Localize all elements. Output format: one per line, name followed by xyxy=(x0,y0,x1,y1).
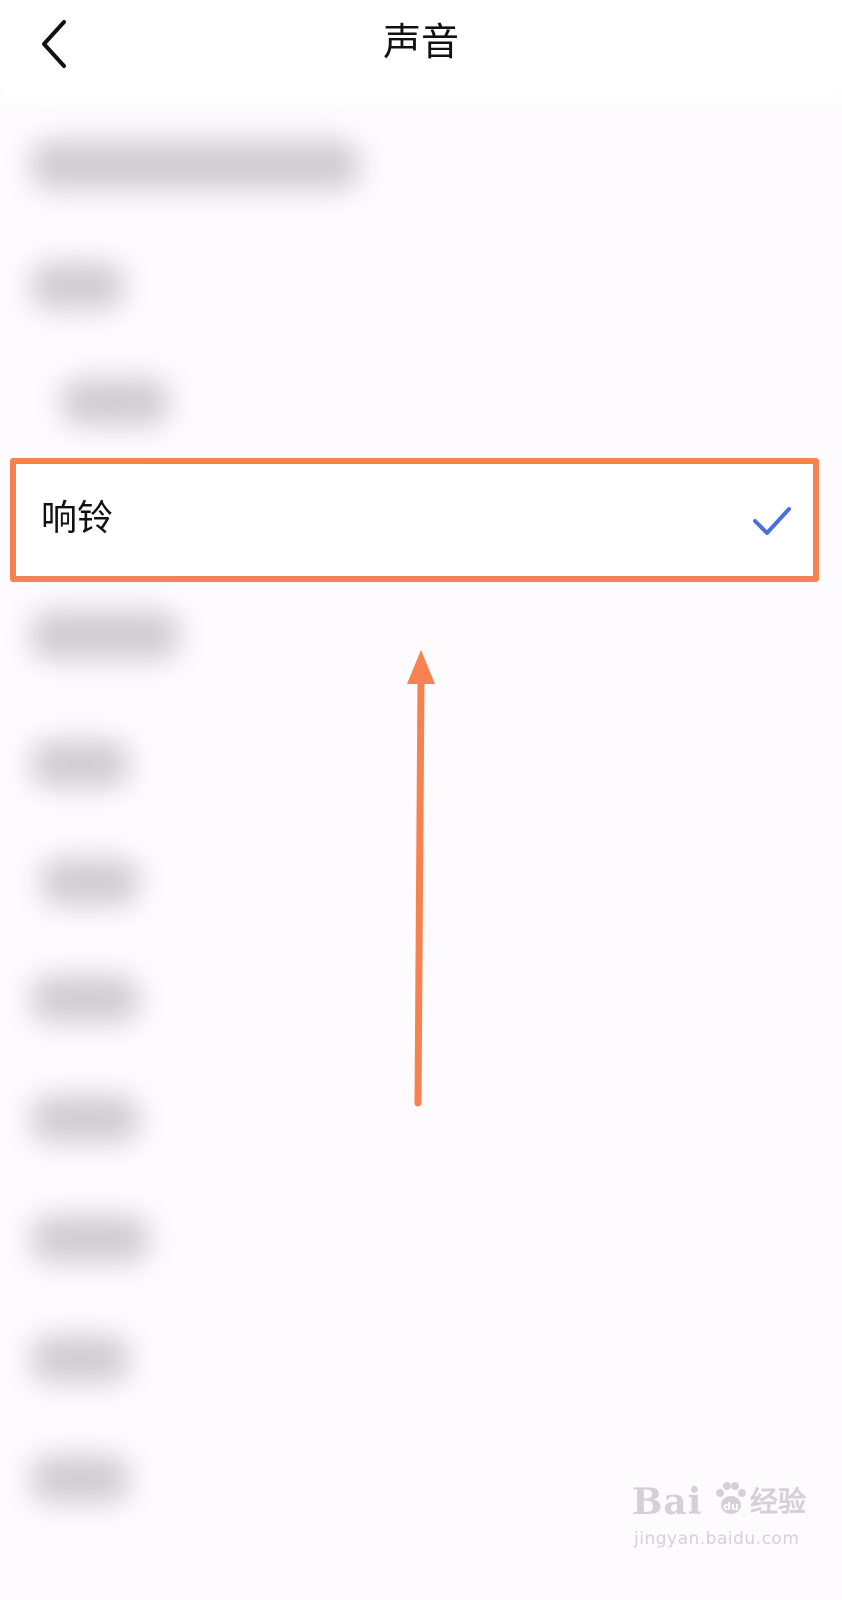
header-fade xyxy=(0,82,842,106)
blurred-item xyxy=(30,740,130,788)
blurred-item xyxy=(30,262,125,310)
paw-icon: du xyxy=(716,1482,746,1514)
watermark-url: jingyan.baidu.com xyxy=(634,1529,800,1549)
page-title: 声音 xyxy=(382,20,459,64)
blurred-item xyxy=(40,858,140,906)
blurred-item xyxy=(30,610,180,660)
watermark-product: 经验 xyxy=(750,1485,807,1518)
blurred-item xyxy=(30,1455,130,1503)
baidu-watermark: Bai du 经验 jingyan.baidu.com xyxy=(632,1478,822,1558)
blurred-item xyxy=(30,1095,140,1143)
option-label: 响铃 xyxy=(41,498,114,539)
header-bar: 声音 xyxy=(0,0,842,88)
watermark-logo: Bai xyxy=(632,1481,703,1523)
sound-option-ring[interactable]: 响铃 xyxy=(10,458,819,582)
annotation-arrow-icon xyxy=(407,650,435,1107)
blurred-item xyxy=(60,378,170,426)
blurred-item xyxy=(30,1215,150,1263)
blurred-item xyxy=(30,1335,130,1383)
blurred-item xyxy=(30,975,140,1023)
checkmark-icon xyxy=(753,507,791,535)
watermark-logo-suffix: du xyxy=(723,1500,739,1513)
blurred-item xyxy=(30,140,360,190)
